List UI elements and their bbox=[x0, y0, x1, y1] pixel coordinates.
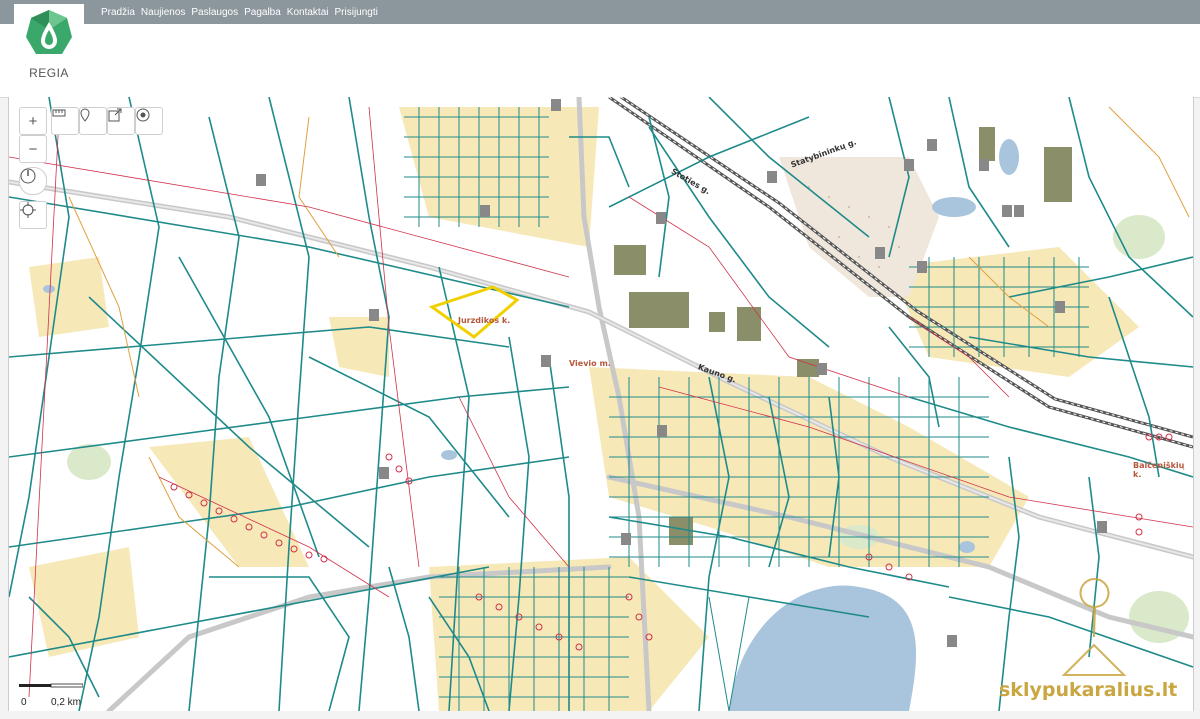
nav-item-help[interactable]: Pagalba bbox=[244, 7, 281, 18]
locate-icon[interactable] bbox=[135, 107, 163, 135]
nav-item-services[interactable]: Paslaugos bbox=[191, 7, 238, 18]
zoom-in-button[interactable]: + bbox=[19, 107, 47, 135]
scale-start-label: 0 bbox=[21, 697, 27, 708]
main-nav: Pradžia Naujienos Paslaugos Pagalba Kont… bbox=[101, 0, 378, 24]
label-balceniskiu: Balčeniškių k. bbox=[1133, 461, 1185, 479]
label-vievio: Vievio m. bbox=[569, 359, 611, 368]
nav-item-news[interactable]: Naujienos bbox=[141, 7, 185, 18]
marker-icon[interactable] bbox=[79, 107, 107, 135]
header bbox=[0, 24, 1200, 98]
nav-item-contacts[interactable]: Kontaktai bbox=[287, 7, 329, 18]
target-icon[interactable] bbox=[19, 201, 47, 229]
nav-item-login[interactable]: Prisijungti bbox=[335, 7, 378, 18]
logo[interactable] bbox=[14, 4, 84, 97]
scale-end-label: 0,2 km bbox=[51, 697, 82, 708]
ruler-icon[interactable] bbox=[51, 107, 79, 135]
export-icon[interactable] bbox=[107, 107, 135, 135]
label-jurzdikos: Jurzdikos k. bbox=[458, 316, 511, 325]
zoom-out-button[interactable]: − bbox=[19, 135, 47, 163]
regia-logo-icon bbox=[26, 10, 72, 54]
nav-item-home[interactable]: Pradžia bbox=[101, 7, 135, 18]
map-canvas[interactable]: Jurzdikos k. Vievio m. Kauno g. Balčeniš… bbox=[8, 97, 1194, 711]
cadastral-map bbox=[9, 97, 1193, 711]
scale-bar bbox=[19, 683, 83, 688]
compass-icon[interactable] bbox=[19, 167, 47, 195]
top-navigation-bar: Pradžia Naujienos Paslaugos Pagalba Kont… bbox=[0, 0, 1200, 24]
logo-text: REGIA bbox=[29, 66, 69, 80]
brand-watermark: sklypukaralius.lt bbox=[999, 679, 1178, 701]
